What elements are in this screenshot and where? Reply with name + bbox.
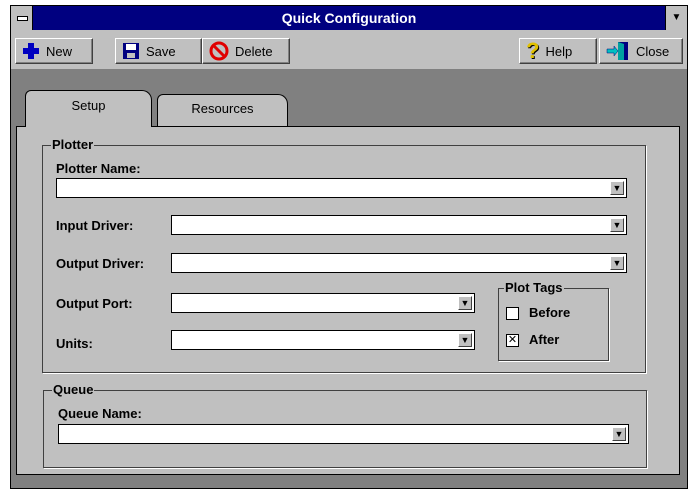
before-checkbox[interactable] (506, 307, 519, 320)
arrow-down-icon: ▼ (612, 220, 622, 230)
after-label: After (529, 332, 560, 347)
triangle-down-icon: ▼ (671, 12, 682, 23)
save-button-label: Save (146, 43, 176, 59)
queue-name-dropdown-button[interactable]: ▼ (612, 427, 626, 441)
title-bar[interactable]: Quick Configuration ▼ (11, 6, 687, 30)
quick-configuration-window: Quick Configuration ▼ New Save Delete ? … (10, 5, 688, 489)
plotter-name-dropdown-button[interactable]: ▼ (610, 181, 624, 195)
system-menu-icon (17, 16, 28, 21)
tab-resources-label: Resources (191, 101, 254, 116)
units-dropdown-button[interactable]: ▼ (458, 333, 472, 347)
plot-tags-group-label: Plot Tags (504, 280, 564, 295)
system-menu-button[interactable] (11, 6, 33, 30)
output-driver-combo[interactable]: ▼ (171, 253, 627, 273)
exit-door-icon (606, 41, 630, 61)
minimize-button[interactable]: ▼ (665, 6, 687, 30)
toolbar: New Save Delete ? Help Close (11, 31, 687, 70)
plot-tags-group: Plot Tags Before ✕ After (498, 280, 609, 361)
help-button-label: Help (545, 43, 573, 59)
queue-group-label: Queue (52, 382, 95, 397)
arrow-down-icon: ▼ (612, 258, 622, 268)
delete-button-label: Delete (235, 43, 273, 59)
tab-setup-label: Setup (71, 98, 106, 113)
plotter-group: Plotter Plotter Name: ▼ Input Driver: ▼ … (42, 137, 646, 373)
no-entry-icon (209, 41, 229, 61)
tab-resources[interactable]: Resources (157, 94, 288, 127)
question-mark-icon: ? (526, 38, 540, 63)
after-checkbox[interactable]: ✕ (506, 334, 519, 347)
output-driver-dropdown-button[interactable]: ▼ (610, 256, 624, 270)
setup-panel: Plotter Plotter Name: ▼ Input Driver: ▼ … (16, 126, 680, 475)
queue-group: Queue Queue Name: ▼ (43, 382, 647, 468)
plotter-name-label: Plotter Name: (56, 161, 141, 176)
client-area: Setup Resources Plotter Plotter Name: ▼ … (11, 70, 687, 488)
arrow-down-icon: ▼ (614, 429, 624, 439)
output-port-dropdown-button[interactable]: ▼ (458, 296, 472, 310)
units-label: Units: (56, 336, 93, 351)
check-x-icon: ✕ (507, 334, 518, 346)
save-button[interactable]: Save (115, 38, 202, 64)
input-driver-combo[interactable]: ▼ (171, 215, 627, 235)
close-button-label: Close (636, 43, 670, 59)
plus-icon (22, 42, 40, 60)
input-driver-dropdown-button[interactable]: ▼ (610, 218, 624, 232)
arrow-down-icon: ▼ (612, 183, 622, 193)
close-button[interactable]: Close (599, 38, 683, 64)
arrow-down-icon: ▼ (460, 335, 470, 345)
before-label: Before (529, 305, 571, 320)
new-button-label: New (46, 43, 73, 59)
output-port-label: Output Port: (56, 296, 133, 311)
units-combo[interactable]: ▼ (171, 330, 475, 350)
arrow-down-icon: ▼ (460, 298, 470, 308)
tab-setup[interactable]: Setup (25, 90, 152, 127)
help-button[interactable]: ? Help (519, 38, 597, 64)
input-driver-label: Input Driver: (56, 218, 134, 233)
new-button[interactable]: New (15, 38, 93, 64)
floppy-disk-icon (122, 42, 140, 60)
output-driver-label: Output Driver: (56, 256, 145, 271)
window-title: Quick Configuration (281, 10, 417, 26)
plotter-group-label: Plotter (51, 137, 95, 152)
queue-name-combo[interactable]: ▼ (58, 424, 629, 444)
plotter-name-combo[interactable]: ▼ (56, 178, 627, 198)
queue-name-label: Queue Name: (58, 406, 142, 421)
delete-button[interactable]: Delete (202, 38, 290, 64)
output-port-combo[interactable]: ▼ (171, 293, 475, 313)
